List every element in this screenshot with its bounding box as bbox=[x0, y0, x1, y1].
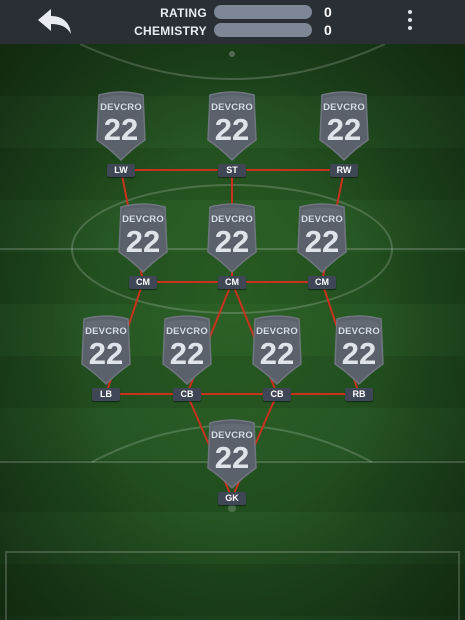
player-card-cm-left[interactable]: DEVCRO 22 bbox=[115, 202, 171, 278]
top-bar: RATING 0 CHEMISTRY 0 bbox=[0, 0, 465, 44]
player-card-rb[interactable]: DEVCRO 22 bbox=[331, 314, 387, 390]
back-button[interactable] bbox=[34, 6, 76, 38]
position-badge-lb: LB bbox=[92, 388, 120, 401]
penalty-spot bbox=[228, 504, 236, 512]
player-rating: 22 bbox=[125, 224, 161, 259]
player-card-lw[interactable]: DEVCRO 22 bbox=[93, 90, 149, 166]
more-options-button[interactable] bbox=[398, 6, 422, 38]
player-rating: 22 bbox=[259, 336, 295, 371]
top-arc-marking bbox=[79, 44, 386, 80]
player-card-cb-left[interactable]: DEVCRO 22 bbox=[159, 314, 215, 390]
player-rating: 22 bbox=[214, 224, 250, 259]
player-rating: 22 bbox=[326, 112, 362, 147]
position-badge-cb-right: CB bbox=[263, 388, 291, 401]
back-arrow-icon bbox=[38, 9, 71, 34]
position-badge-cb-left: CB bbox=[173, 388, 201, 401]
player-rating: 22 bbox=[304, 224, 340, 259]
rating-label: RATING bbox=[160, 6, 207, 20]
more-vertical-icon bbox=[408, 10, 412, 14]
goal-box bbox=[5, 551, 460, 620]
more-vertical-icon-dot bbox=[408, 26, 412, 30]
position-badge-cm-center: CM bbox=[218, 276, 246, 289]
player-card-st[interactable]: DEVCRO 22 bbox=[204, 90, 260, 166]
position-badge-lw: LW bbox=[107, 164, 135, 177]
player-rating: 22 bbox=[169, 336, 205, 371]
player-card-rw[interactable]: DEVCRO 22 bbox=[316, 90, 372, 166]
player-card-gk[interactable]: DEVCRO 22 bbox=[204, 418, 260, 494]
more-vertical-icon-dot bbox=[408, 18, 412, 22]
player-rating: 22 bbox=[103, 112, 139, 147]
position-badge-cm-right: CM bbox=[308, 276, 336, 289]
player-card-cm-right[interactable]: DEVCRO 22 bbox=[294, 202, 350, 278]
position-badge-gk: GK bbox=[218, 492, 246, 505]
rating-value: 0 bbox=[324, 4, 332, 20]
player-rating: 22 bbox=[214, 440, 250, 475]
player-card-cb-right[interactable]: DEVCRO 22 bbox=[249, 314, 305, 390]
position-badge-cm-left: CM bbox=[129, 276, 157, 289]
player-card-lb[interactable]: DEVCRO 22 bbox=[78, 314, 134, 390]
chemistry-bar bbox=[214, 23, 312, 37]
player-rating: 22 bbox=[214, 112, 250, 147]
position-badge-rw: RW bbox=[330, 164, 358, 177]
chemistry-label: CHEMISTRY bbox=[134, 24, 207, 38]
player-rating: 22 bbox=[88, 336, 124, 371]
position-badge-st: ST bbox=[218, 164, 246, 177]
chemistry-value: 0 bbox=[324, 22, 332, 38]
rating-bar bbox=[214, 5, 312, 19]
player-rating: 22 bbox=[341, 336, 377, 371]
player-card-cm-center[interactable]: DEVCRO 22 bbox=[204, 202, 260, 278]
center-mark-top bbox=[229, 51, 235, 57]
position-badge-rb: RB bbox=[345, 388, 373, 401]
